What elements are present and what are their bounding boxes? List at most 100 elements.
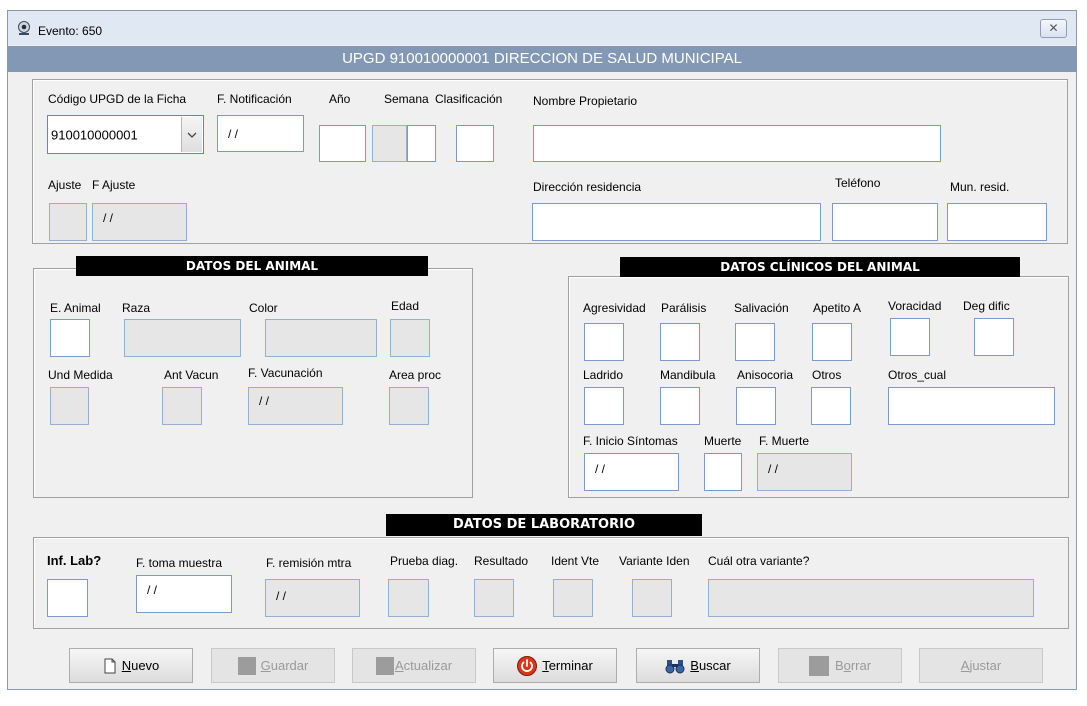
terminar-button[interactable]: Terminar xyxy=(493,648,617,683)
ident-vte-field[interactable] xyxy=(553,579,593,617)
save-icon xyxy=(237,656,256,675)
clasificacion-label: Clasificación xyxy=(435,92,503,106)
title-bar: Evento: 650 ✕ xyxy=(8,11,1076,45)
f-vacunacion-label: F. Vacunación xyxy=(248,366,323,380)
ant-vacun-label: Ant Vacun xyxy=(164,368,219,382)
otros-label: Otros xyxy=(812,368,842,382)
clasificacion-field[interactable] xyxy=(456,125,494,162)
f-notificacion-value: / / xyxy=(228,127,239,141)
color-field[interactable] xyxy=(265,319,377,357)
codigo-upgd-label: Código UPGD de la Ficha xyxy=(48,92,187,106)
agresividad-label: Agresividad xyxy=(583,301,646,315)
apetito-label: Apetito A xyxy=(813,301,862,315)
f-muerte-label: F. Muerte xyxy=(759,434,810,448)
nuevo-button[interactable]: Nuevo xyxy=(69,648,193,683)
e-animal-field[interactable] xyxy=(50,319,90,357)
f-ajuste-value: / / xyxy=(103,211,114,225)
f-toma-muestra-field[interactable]: / / xyxy=(136,575,232,613)
cual-otra-variante-label: Cuál otra variante? xyxy=(708,554,810,568)
cual-otra-variante-field[interactable] xyxy=(708,579,1034,617)
raza-field[interactable] xyxy=(124,319,241,357)
f-notificacion-label: F. Notificación xyxy=(217,92,292,106)
otros-cual-label: Otros_cual xyxy=(888,368,947,382)
ajuste-field[interactable] xyxy=(49,203,87,241)
f-muerte-field[interactable]: / / xyxy=(757,453,852,491)
f-ajuste-label: F Ajuste xyxy=(92,178,136,192)
und-medida-label: Und Medida xyxy=(48,368,113,382)
nombre-propietario-label: Nombre Propietario xyxy=(533,94,638,108)
mandibula-label: Mandibula xyxy=(660,368,716,382)
ajuste-label: Ajuste xyxy=(48,178,82,192)
paralisis-field[interactable] xyxy=(660,323,700,361)
dropdown-button[interactable] xyxy=(181,117,202,152)
otros-cual-field[interactable] xyxy=(888,387,1055,425)
voracidad-field[interactable] xyxy=(890,318,930,356)
variante-iden-label: Variante Iden xyxy=(619,554,690,568)
f-inicio-sintomas-field[interactable]: / / xyxy=(584,453,679,491)
actualizar-button[interactable]: Actualizar xyxy=(352,648,476,683)
f-ajuste-field[interactable]: / / xyxy=(92,203,187,241)
mandibula-field[interactable] xyxy=(660,387,700,425)
resultado-field[interactable] xyxy=(474,579,514,617)
mun-resid-field[interactable] xyxy=(947,203,1047,241)
buscar-label: Buscar xyxy=(690,658,731,673)
f-toma-muestra-label: F. toma muestra xyxy=(136,556,223,570)
telefono-field[interactable] xyxy=(832,203,938,241)
f-remision-mtra-field[interactable]: / / xyxy=(265,579,360,617)
direccion-field[interactable] xyxy=(532,203,821,241)
prueba-diag-label: Prueba diag. xyxy=(390,554,459,568)
nombre-propietario-field[interactable] xyxy=(533,125,941,162)
direccion-label: Dirección residencia xyxy=(533,180,642,194)
semana-field-b[interactable] xyxy=(407,125,436,162)
power-icon xyxy=(517,655,538,676)
evento-window: Evento: 650 ✕ UPGD 910010000001 DIRECCIO… xyxy=(7,10,1077,690)
binoculars-icon xyxy=(665,659,685,673)
ident-vte-label: Ident Vte xyxy=(551,554,600,568)
anisocoria-label: Anisocoria xyxy=(737,368,794,382)
borrar-label: Borrar xyxy=(834,658,872,673)
chevron-down-icon xyxy=(187,132,197,138)
muerte-label: Muerte xyxy=(704,434,742,448)
nuevo-label: Nuevo xyxy=(121,658,160,673)
semana-field-a[interactable] xyxy=(372,125,407,162)
edad-field[interactable] xyxy=(390,319,430,357)
area-proc-field[interactable] xyxy=(389,387,429,425)
area-proc-label: Area proc xyxy=(389,368,442,382)
muerte-field[interactable] xyxy=(704,453,742,491)
ajustar-button[interactable]: Ajustar xyxy=(919,648,1043,683)
f-vacunacion-field[interactable]: / / xyxy=(248,387,343,425)
apetito-field[interactable] xyxy=(812,323,852,361)
f-vacunacion-value: / / xyxy=(259,394,270,408)
otros-field[interactable] xyxy=(811,387,851,425)
update-icon xyxy=(375,656,394,675)
edad-label: Edad xyxy=(391,299,420,313)
anio-field[interactable] xyxy=(319,125,366,162)
ant-vacun-field[interactable] xyxy=(162,387,202,425)
guardar-button[interactable]: Guardar xyxy=(211,648,335,683)
variante-iden-field[interactable] xyxy=(632,579,672,617)
borrar-button[interactable]: Borrar xyxy=(778,648,902,683)
und-medida-field[interactable] xyxy=(50,387,89,425)
deg-dific-field[interactable] xyxy=(974,318,1014,356)
codigo-upgd-value: 910010000001 xyxy=(51,127,138,142)
salivacion-field[interactable] xyxy=(735,323,775,361)
ladrido-field[interactable] xyxy=(584,387,624,425)
f-inicio-sintomas-label: F. Inicio Síntomas xyxy=(583,434,678,448)
prueba-diag-field[interactable] xyxy=(388,579,429,617)
f-toma-value: / / xyxy=(147,583,158,597)
codigo-upgd-select[interactable]: 910010000001 xyxy=(47,115,204,154)
f-notificacion-field[interactable]: / / xyxy=(217,115,304,152)
anisocoria-field[interactable] xyxy=(736,387,776,425)
salivacion-label: Salivación xyxy=(734,301,789,315)
e-animal-label: E. Animal xyxy=(50,301,101,315)
f-inicio-value: / / xyxy=(595,462,606,476)
animal-section-title: DATOS DEL ANIMAL xyxy=(76,256,428,276)
buscar-button[interactable]: Buscar xyxy=(636,648,760,683)
inf-lab-label: Inf. Lab? xyxy=(47,553,102,568)
agresividad-field[interactable] xyxy=(584,323,624,361)
guardar-label: Guardar xyxy=(260,658,309,673)
inf-lab-field[interactable] xyxy=(47,579,88,617)
ladrido-label: Ladrido xyxy=(583,368,624,382)
close-button[interactable]: ✕ xyxy=(1040,19,1067,38)
ajustar-label: Ajustar xyxy=(960,658,1002,673)
